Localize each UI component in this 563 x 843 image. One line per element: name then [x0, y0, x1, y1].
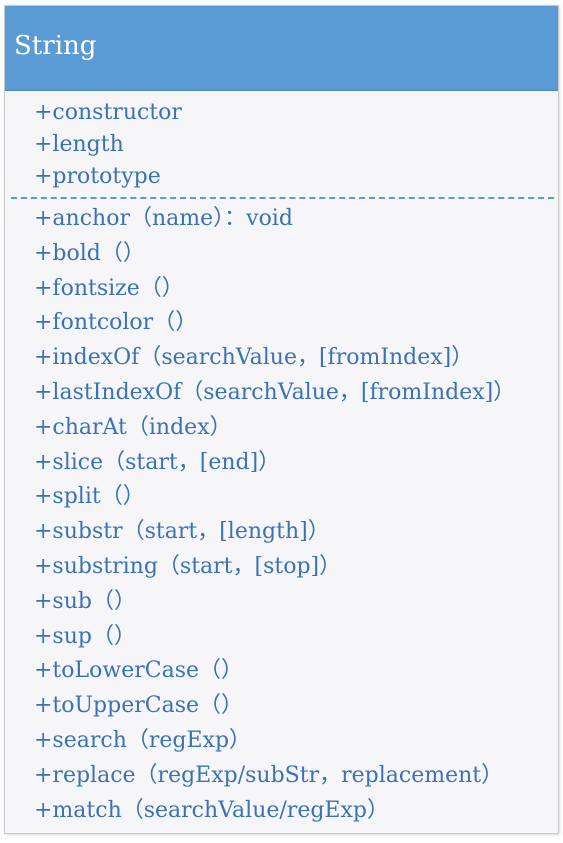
attribute-prototype: +prototype [34, 164, 161, 189]
operation-fontsize: +fontsize（） [34, 275, 184, 301]
operation-split: +split（） [34, 484, 145, 510]
operation-substring: +substring（start，[stop]） [34, 553, 342, 579]
operation-search: +search（regExp） [34, 727, 252, 753]
operation-replace: +replace（regExp/subStr，replacement） [34, 762, 504, 788]
operation-match: +match（searchValue/regExp） [34, 797, 389, 823]
operation-bold: +bold（） [34, 240, 145, 266]
operation-touppercase: +toUpperCase（） [34, 693, 244, 719]
class-header: String [5, 6, 558, 91]
attribute-constructor: +constructor [34, 100, 182, 125]
operation-indexof: +indexOf（searchValue，[fromIndex]） [34, 345, 474, 371]
operation-substr: +substr（start，[length]） [34, 519, 330, 545]
attribute-length: +length [34, 132, 124, 157]
operation-charat: +charAt（index） [34, 414, 232, 440]
operation-anchor: +anchor（name）：void [34, 206, 293, 231]
operation-slice: +slice（start，[end]） [34, 449, 281, 475]
compartment-divider [11, 197, 554, 199]
operation-fontcolor: +fontcolor（） [34, 310, 198, 336]
operations-compartment: +anchor（name）：void +bold（） +fontsize（） +… [34, 202, 515, 828]
class-name: String [14, 31, 97, 61]
operation-lastindexof: +lastIndexOf（searchValue，[fromIndex]） [34, 379, 516, 405]
operation-sup: +sup（） [34, 623, 136, 649]
operation-tolowercase: +toLowerCase（） [34, 658, 244, 684]
attributes-compartment: +constructor +length +prototype [34, 97, 182, 193]
operation-sub: +sub（） [34, 588, 136, 614]
uml-class-box: String +constructor +length +prototype +… [4, 5, 559, 834]
